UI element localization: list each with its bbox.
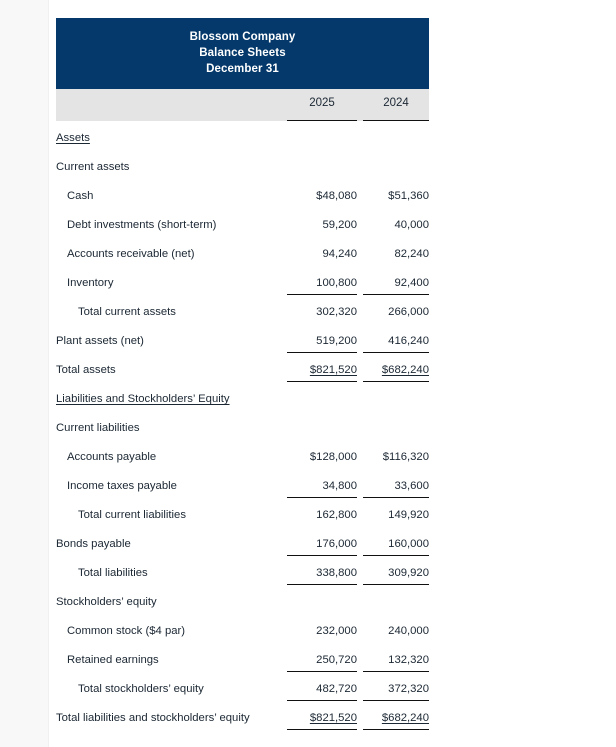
row-label: Liabilities and Stockholders’ Equity (56, 393, 230, 405)
row-label: Debt investments (short-term) (67, 219, 217, 231)
row-value-2024: $682,240 (363, 363, 429, 382)
statement-row: Current assets (56, 154, 429, 183)
column-header-row: 2025 2024 (56, 89, 429, 121)
statement-row: Accounts receivable (net) 94,240 82,240 (56, 241, 429, 270)
row-label: Retained earnings (67, 654, 159, 666)
statement-row: Total liabilities and stockholders’ equi… (56, 705, 429, 734)
row-value-2025: 482,720 (287, 682, 357, 701)
row-value-2024: 160,000 (363, 537, 429, 556)
row-value-2025: 162,800 (316, 509, 357, 521)
statement-row: Bonds payable 176,000 160,000 (56, 531, 429, 560)
column-header-2025-rule (287, 120, 357, 121)
row-value-2024: $51,360 (388, 190, 429, 202)
row-label: Current assets (56, 161, 130, 173)
row-value-2024: 33,600 (363, 479, 429, 498)
column-header-2025: 2025 (309, 97, 335, 109)
column-header-2024: 2024 (383, 97, 409, 109)
row-value-2024: 240,000 (388, 625, 429, 637)
column-header-2024-rule (363, 120, 429, 121)
company-name: Blossom Company (189, 31, 296, 43)
statement-row: Stockholders’ equity (56, 589, 429, 618)
statement-rows: Assets Current assets Cash $48,080 $51,360 De… (56, 121, 429, 734)
row-value-2025: 59,200 (322, 219, 357, 231)
row-value-2025: 519,200 (287, 334, 357, 353)
row-label: Inventory (67, 277, 114, 289)
row-label: Total current assets (78, 306, 176, 318)
statement-title: Balance Sheets (199, 47, 286, 59)
statement-row: Assets (56, 125, 429, 154)
page-left-rail (0, 0, 49, 747)
row-value-2025: $128,000 (309, 451, 357, 463)
row-value-2024: 416,240 (363, 334, 429, 353)
row-label: Assets (56, 132, 90, 144)
statement-row: Cash $48,080 $51,360 (56, 183, 429, 212)
statement-row: Total current assets 302,320 266,000 (56, 299, 429, 328)
statement-row: Liabilities and Stockholders’ Equity (56, 386, 429, 415)
row-value-2025: 94,240 (322, 248, 357, 260)
row-label: Cash (67, 190, 94, 202)
row-value-2024: 149,920 (388, 509, 429, 521)
statement-row: Accounts payable $128,000 $116,320 (56, 444, 429, 473)
balance-sheet-table: Blossom Company Balance Sheets December … (56, 18, 429, 734)
statement-row: Total liabilities 338,800 309,920 (56, 560, 429, 589)
statement-title-band: Blossom Company Balance Sheets December … (56, 18, 429, 89)
row-label: Total liabilities and stockholders’ equi… (56, 712, 250, 724)
statement-row: Current liabilities (56, 415, 429, 444)
row-value-2025: 338,800 (287, 566, 357, 585)
row-value-2025: 250,720 (287, 653, 357, 672)
row-value-2025: $48,080 (316, 190, 357, 202)
row-value-2025: $821,520 (287, 363, 357, 382)
statement-row: Retained earnings 250,720 132,320 (56, 647, 429, 676)
row-value-2025: 34,800 (287, 479, 357, 498)
row-value-2024: 82,240 (394, 248, 429, 260)
row-label: Income taxes payable (67, 480, 177, 492)
row-value-2025: 176,000 (287, 537, 357, 556)
row-label: Stockholders’ equity (56, 596, 157, 608)
row-label: Total stockholders’ equity (78, 683, 204, 695)
statement-row: Common stock ($4 par) 232,000 240,000 (56, 618, 429, 647)
row-label: Total current liabilities (78, 509, 186, 521)
row-value-2025: 100,800 (287, 276, 357, 295)
row-value-2024: 309,920 (363, 566, 429, 585)
row-value-2025: 302,320 (316, 306, 357, 318)
statement-row: Total stockholders’ equity 482,720 372,320 (56, 676, 429, 705)
row-label: Common stock ($4 par) (67, 625, 186, 637)
row-value-2024: 266,000 (388, 306, 429, 318)
statement-row: Total assets $821,520 $682,240 (56, 357, 429, 386)
statement-date: December 31 (206, 63, 279, 75)
row-value-2024: 372,320 (363, 682, 429, 701)
row-value-2024: $116,320 (382, 451, 429, 463)
row-label: Plant assets (net) (56, 335, 144, 347)
row-value-2024: $682,240 (363, 711, 429, 730)
row-label: Current liabilities (56, 422, 140, 434)
statement-row: Total current liabilities 162,800 149,920 (56, 502, 429, 531)
row-value-2025: $821,520 (287, 711, 357, 730)
statement-row: Income taxes payable 34,800 33,600 (56, 473, 429, 502)
statement-row: Plant assets (net) 519,200 416,240 (56, 328, 429, 357)
row-label: Accounts payable (67, 451, 157, 463)
statement-row: Inventory 100,800 92,400 (56, 270, 429, 299)
row-label: Total liabilities (78, 567, 148, 579)
row-value-2024: 92,400 (363, 276, 429, 295)
row-label: Bonds payable (56, 538, 131, 550)
row-value-2024: 40,000 (394, 219, 429, 231)
row-value-2024: 132,320 (363, 653, 429, 672)
row-value-2025: 232,000 (316, 625, 357, 637)
statement-row: Debt investments (short-term) 59,200 40,00… (56, 212, 429, 241)
row-label: Accounts receivable (net) (67, 248, 195, 260)
row-label: Total assets (56, 364, 116, 376)
